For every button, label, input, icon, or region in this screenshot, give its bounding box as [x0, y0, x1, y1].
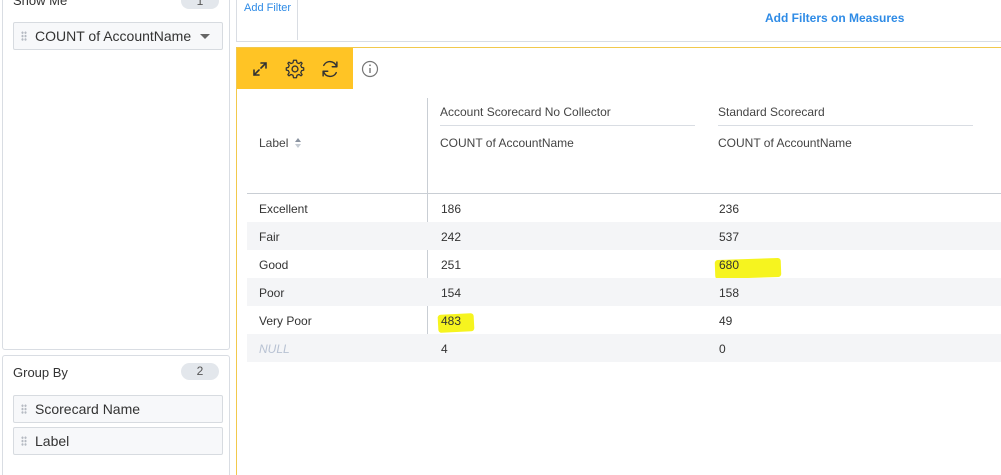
cell-value: 0 — [719, 342, 726, 356]
row-label: Poor — [259, 286, 285, 300]
table-row[interactable]: Good 251 680 — [247, 250, 1001, 278]
column-group-header: Standard Scorecard — [718, 105, 825, 119]
gear-icon[interactable] — [283, 57, 307, 81]
group-by-title: Group By — [13, 365, 68, 380]
group-field-scorecard-name[interactable]: Scorecard Name — [13, 395, 223, 423]
cell-value: 154 — [441, 286, 462, 300]
measure-pill[interactable]: COUNT of AccountName — [13, 22, 223, 50]
app-root: Show Me 1 COUNT of AccountName Group By … — [0, 0, 1001, 475]
cell-value: 242 — [441, 230, 462, 244]
chart-toolbar — [237, 48, 353, 89]
group-underline — [718, 125, 973, 126]
cell-value: 680 — [719, 258, 740, 272]
cell-value: 186 — [441, 202, 462, 216]
refresh-icon[interactable] — [318, 57, 342, 81]
sort-icon[interactable] — [294, 136, 302, 148]
measure-pill-label: COUNT of AccountName — [35, 28, 192, 44]
row-label: Very Poor — [259, 314, 312, 328]
measure-column-header[interactable]: COUNT of AccountName — [440, 136, 574, 150]
cell-value: 251 — [441, 258, 462, 272]
row-label: Excellent — [259, 202, 308, 216]
info-icon[interactable] — [361, 60, 379, 78]
row-label: NULL — [259, 342, 290, 356]
filter-divider — [297, 0, 298, 40]
add-filter-link[interactable]: Add Filter — [244, 2, 291, 14]
cell-value: 483 — [441, 314, 462, 328]
show-me-title: Show Me — [13, 0, 68, 8]
drag-handle-icon[interactable] — [21, 31, 27, 41]
label-column-header[interactable]: Label — [259, 136, 288, 150]
group-field-label: Scorecard Name — [35, 401, 141, 417]
filter-bar: Add Filter Add Filters on Measures — [236, 0, 1001, 42]
group-underline — [440, 125, 695, 126]
drag-handle-icon[interactable] — [21, 404, 27, 414]
drag-handle-icon[interactable] — [21, 436, 27, 446]
show-me-panel: Show Me 1 COUNT of AccountName — [2, 0, 230, 350]
chevron-down-icon[interactable] — [200, 34, 210, 39]
cell-value: 4 — [441, 342, 448, 356]
results-panel: Label Account Scorecard No Collector COU… — [236, 47, 1001, 475]
add-measure-filter-link[interactable]: Add Filters on Measures — [765, 11, 904, 25]
row-label: Fair — [259, 230, 280, 244]
cell-value: 236 — [719, 202, 740, 216]
group-field-label[interactable]: Label — [13, 427, 223, 455]
table-row[interactable]: Excellent 186 236 — [247, 194, 1001, 222]
cell-value: 49 — [719, 314, 733, 328]
measure-column-header[interactable]: COUNT of AccountName — [718, 136, 852, 150]
table-row[interactable]: Fair 242 537 — [247, 222, 1001, 250]
cell-value: 537 — [719, 230, 740, 244]
table-row[interactable]: Poor 154 158 — [247, 278, 1001, 306]
column-group-header: Account Scorecard No Collector — [440, 105, 611, 119]
row-label: Good — [259, 258, 289, 272]
group-field-label: Label — [35, 433, 70, 449]
show-me-count-badge: 1 — [181, 0, 219, 9]
group-by-count-badge: 2 — [181, 363, 219, 380]
table-row[interactable]: NULL 4 0 — [247, 334, 1001, 362]
table-row[interactable]: Very Poor 483 49 — [247, 306, 1001, 334]
cell-value: 158 — [719, 286, 740, 300]
expand-icon[interactable] — [248, 57, 272, 81]
group-by-panel: Group By 2 Scorecard Name Label — [2, 355, 230, 475]
